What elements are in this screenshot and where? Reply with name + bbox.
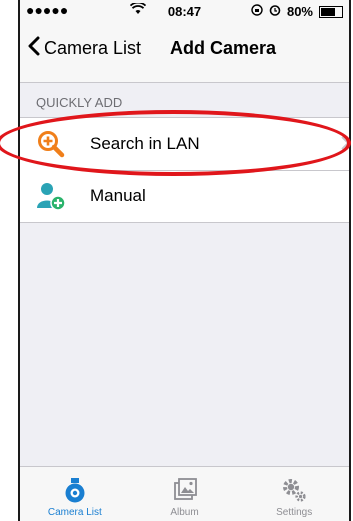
tab-bar: Camera List Album Settings (20, 466, 349, 521)
tab-label: Camera List (47, 507, 102, 518)
gear-icon (281, 477, 307, 503)
section-header: QUICKLY ADD (36, 95, 123, 110)
camera-icon (62, 477, 88, 503)
status-bar: ●●●●● 08:47 80% (20, 0, 349, 22)
battery-percent: 80% (286, 4, 313, 19)
list-item-label: Search in LAN (90, 134, 200, 153)
phone-screen: ●●●●● 08:47 80% Camera List Add Camera Q… (18, 0, 351, 521)
battery-icon (319, 5, 343, 18)
alarm-icon (269, 4, 281, 19)
status-right: 80% (251, 4, 343, 19)
list-item-label: Manual (90, 186, 146, 205)
tab-settings[interactable]: Settings (239, 467, 349, 521)
add-user-icon (36, 181, 66, 211)
tab-album[interactable]: Album (130, 467, 240, 521)
tab-label: Album (170, 507, 199, 518)
tab-camera-list[interactable]: Camera List (20, 467, 130, 521)
list-item-manual[interactable]: Manual (20, 170, 349, 222)
add-method-list: Search in LAN Manual (20, 117, 349, 223)
chevron-left-icon (28, 36, 40, 60)
search-plus-icon (36, 129, 66, 159)
page-title: Add Camera (170, 38, 277, 58)
tab-label: Settings (276, 507, 313, 518)
list-item-search-in-lan[interactable]: Search in LAN (20, 118, 349, 170)
lock-rotation-icon (251, 4, 263, 19)
navigation-bar: Camera List Add Camera (20, 22, 349, 83)
back-button[interactable]: Camera List (28, 36, 141, 60)
chevron-right-icon (341, 133, 349, 156)
back-button-label: Camera List (44, 37, 142, 58)
album-icon (172, 477, 198, 503)
